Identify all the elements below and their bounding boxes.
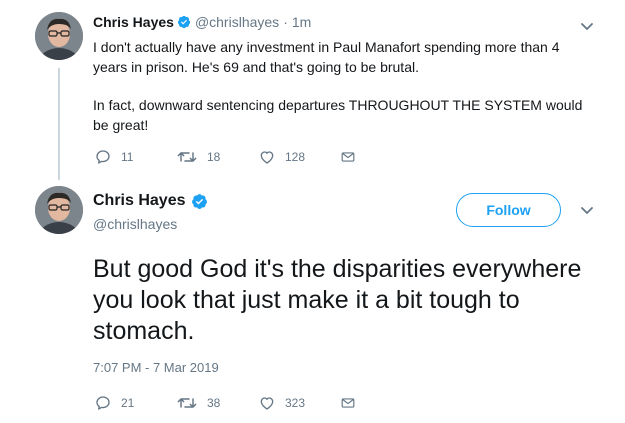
like-button[interactable]: 128: [259, 149, 341, 165]
like-count: 128: [285, 150, 306, 164]
reply-button[interactable]: 11: [95, 149, 177, 165]
message-icon: [341, 398, 355, 408]
verified-badge-icon: [177, 15, 191, 29]
chevron-down-icon[interactable]: [580, 22, 594, 32]
reply-count: 21: [121, 396, 135, 410]
tweet-header: Chris Hayes @chrislhayes · 1m: [93, 14, 311, 30]
tweet-actions: 21 38 323: [95, 395, 365, 411]
retweet-button[interactable]: 38: [177, 395, 259, 411]
avatar-image: [35, 186, 83, 234]
retweet-icon: [177, 152, 197, 162]
tweet-text: I don't actually have any investment in …: [93, 38, 593, 154]
tweet-time[interactable]: 1m: [292, 14, 311, 30]
tweet-paragraph: In fact, downward sentencing departures …: [93, 97, 583, 133]
author-name[interactable]: Chris Hayes: [93, 14, 174, 30]
reply-icon: [96, 396, 110, 410]
retweet-button[interactable]: 18: [177, 149, 259, 165]
like-count: 323: [285, 396, 306, 410]
follow-button[interactable]: Follow: [456, 193, 561, 227]
avatar[interactable]: [35, 12, 83, 60]
like-button[interactable]: 323: [259, 395, 341, 411]
thread-tweet[interactable]: Chris Hayes @chrislhayes · 1m I don't ac…: [0, 0, 625, 180]
like-icon: [260, 151, 274, 164]
avatar-image: [35, 12, 83, 60]
retweet-count: 38: [207, 396, 221, 410]
tweet-actions: 11 18 128: [95, 149, 365, 165]
tweet-timestamp[interactable]: 7:07 PM - 7 Mar 2019: [93, 360, 219, 375]
retweet-icon: [177, 398, 197, 408]
tweet-paragraph: I don't actually have any investment in …: [93, 39, 560, 75]
reply-icon: [96, 150, 110, 164]
avatar[interactable]: [35, 186, 83, 234]
tweet-text: But good God it's the disparities everyw…: [93, 255, 582, 345]
retweet-count: 18: [207, 150, 221, 164]
thread-connector-line: [58, 68, 60, 180]
message-icon: [341, 152, 355, 162]
reply-button[interactable]: 21: [95, 395, 177, 411]
reply-count: 11: [121, 150, 134, 164]
direct-message-button[interactable]: [341, 150, 365, 164]
direct-message-button[interactable]: [341, 396, 365, 410]
author-name[interactable]: Chris Hayes: [93, 192, 186, 210]
author-handle[interactable]: @chrislhayes: [195, 14, 279, 30]
author-handle[interactable]: @chrislhayes: [93, 216, 177, 232]
time-separator: ·: [283, 14, 288, 30]
like-icon: [260, 397, 274, 410]
chevron-down-icon[interactable]: [580, 206, 594, 216]
author-name-row: Chris Hayes: [93, 192, 208, 210]
verified-badge-icon: [191, 193, 208, 210]
